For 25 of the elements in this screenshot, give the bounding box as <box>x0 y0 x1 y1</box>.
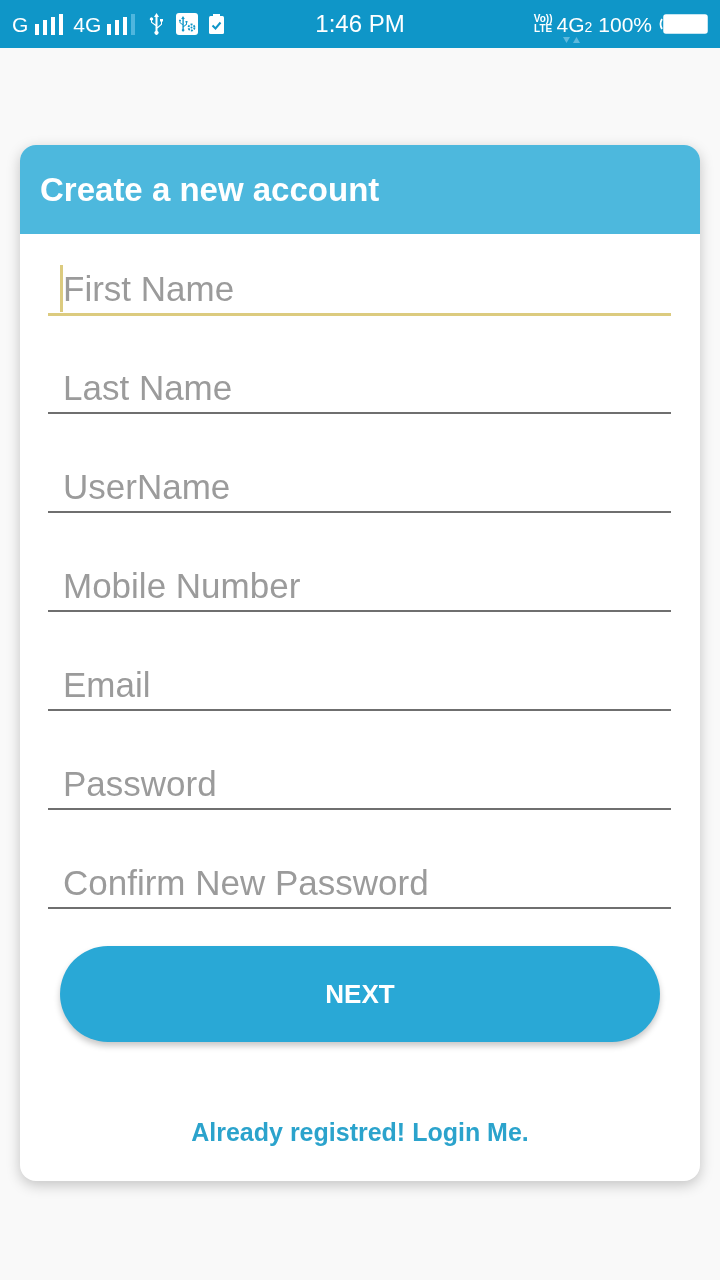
signal-bars-icon <box>35 13 64 35</box>
text-cursor-icon <box>60 265 63 312</box>
usb-icon <box>149 13 165 35</box>
battery-percent: 100% <box>598 13 652 35</box>
input-field[interactable]: Email <box>48 647 671 711</box>
card-title: Create a new account <box>40 170 380 209</box>
network-type: 4G <box>73 13 102 35</box>
battery-icon <box>658 14 708 34</box>
input-field[interactable]: Mobile Number <box>48 548 671 612</box>
input-field[interactable]: UserName <box>48 449 671 513</box>
volte-label: Vo)) LTE <box>533 14 553 34</box>
input-field[interactable]: Password <box>48 746 671 810</box>
data-arrows-icon <box>563 35 581 44</box>
network-type: G <box>12 13 29 35</box>
data-network-type: 4G <box>556 13 585 35</box>
battery-check-icon <box>209 14 225 34</box>
login-link[interactable]: Already registred! Login Me. <box>191 1117 529 1147</box>
clock: 1:46 PM <box>315 12 405 36</box>
next-button[interactable]: NEXT <box>60 946 660 1042</box>
input-field[interactable]: First Name <box>48 251 671 316</box>
sim-slot: 2 <box>584 18 593 35</box>
input-field[interactable]: Last Name <box>48 350 671 414</box>
usb-settings-icon <box>176 13 199 35</box>
input-field[interactable]: Confirm New Password <box>48 845 671 909</box>
signal-bars-icon <box>107 13 136 35</box>
